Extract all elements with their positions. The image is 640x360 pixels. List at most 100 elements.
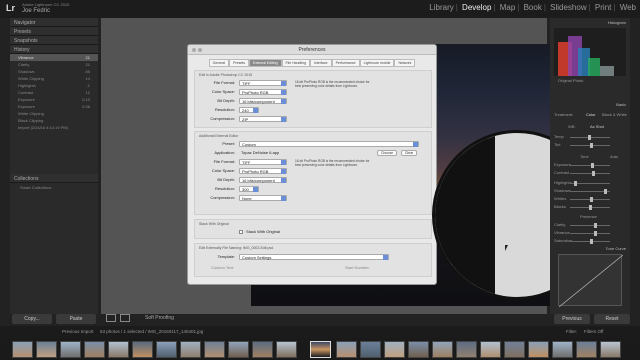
shadows-slider[interactable] <box>570 189 610 194</box>
thumbnail[interactable] <box>60 341 81 358</box>
module-develop[interactable]: Develop <box>460 3 493 12</box>
snapshots-header[interactable]: Snapshots <box>10 36 98 45</box>
bit-depth-select-2[interactable]: 16 bits/component <box>239 177 287 183</box>
history-item[interactable]: Clarity 21 <box>10 61 98 68</box>
thumbnail[interactable] <box>156 341 177 358</box>
auto-button[interactable]: Auto <box>610 154 618 159</box>
previous-button[interactable]: Previous <box>554 314 590 324</box>
thumbnail[interactable] <box>252 341 273 358</box>
thumbnail[interactable] <box>456 341 477 358</box>
presets-header[interactable]: Presets <box>10 27 98 36</box>
resolution-input[interactable]: 240 <box>239 107 259 113</box>
thumbnail[interactable] <box>204 341 225 358</box>
treatment-color[interactable]: Color <box>586 112 596 117</box>
template-select[interactable]: Custom Settings <box>239 254 389 260</box>
smart-collections-item[interactable]: Smart Collections <box>10 183 98 192</box>
basic-header[interactable]: Basic <box>616 102 626 107</box>
module-book[interactable]: Book <box>522 3 544 12</box>
thumbnail[interactable] <box>408 341 429 358</box>
choose-button[interactable]: Choose <box>377 150 397 156</box>
thumbnail[interactable] <box>432 341 453 358</box>
thumbnail[interactable] <box>552 341 573 358</box>
history-item[interactable]: Shadows 85 <box>10 68 98 75</box>
tab-performance[interactable]: Performance <box>331 59 360 67</box>
tab-interface[interactable]: Interface <box>309 59 332 67</box>
saturation-slider[interactable] <box>570 239 610 244</box>
module-print[interactable]: Print <box>593 3 613 12</box>
thumbnail[interactable] <box>228 341 249 358</box>
module-library[interactable]: Library <box>427 3 455 12</box>
thumbnail[interactable] <box>504 341 525 358</box>
clear-button[interactable]: Clear <box>401 150 417 156</box>
tone-curve-graph[interactable] <box>558 254 624 308</box>
temp-slider[interactable] <box>570 135 610 140</box>
history-item[interactable]: Contrast 12 <box>10 89 98 96</box>
color-space-select[interactable]: ProPhoto RGB <box>239 89 287 95</box>
thumbnail[interactable] <box>36 341 57 358</box>
paste-button[interactable]: Paste <box>56 314 96 324</box>
module-web[interactable]: Web <box>618 3 638 12</box>
thumbnail[interactable] <box>360 341 381 358</box>
whites-slider[interactable] <box>570 197 610 202</box>
exposure-slider[interactable] <box>570 163 610 168</box>
before-after-icon[interactable] <box>120 314 130 322</box>
history-item[interactable]: Exposure 0.10 <box>10 96 98 103</box>
previous-import-label[interactable]: Previous Import <box>62 329 94 334</box>
close-icon[interactable] <box>192 48 196 52</box>
thumbnail[interactable] <box>600 341 621 358</box>
thumbnail[interactable] <box>84 341 105 358</box>
thumbnail-selected[interactable] <box>310 341 331 358</box>
resolution-input-2[interactable]: 300 <box>239 186 259 192</box>
minimize-icon[interactable] <box>198 48 202 52</box>
thumbnail[interactable] <box>336 341 357 358</box>
tint-slider[interactable] <box>570 143 610 148</box>
tab-presets[interactable]: Presets <box>229 59 249 67</box>
navigator-header[interactable]: Navigator <box>10 18 98 27</box>
module-map[interactable]: Map <box>498 3 518 12</box>
histogram-header[interactable]: Histogram <box>608 20 626 25</box>
history-header[interactable]: History <box>10 45 98 54</box>
tab-external-editing[interactable]: External Editing <box>249 59 282 67</box>
thumbnail[interactable] <box>276 341 297 358</box>
thumbnail[interactable] <box>576 341 597 358</box>
compression-select[interactable]: ZIP <box>239 116 287 122</box>
history-item[interactable]: Vibrance 21 <box>10 54 98 61</box>
tab-file-handling[interactable]: File Handling <box>281 59 310 67</box>
tone-curve-header[interactable]: Tone Curve <box>606 246 626 251</box>
history-item[interactable]: Highlights -1 <box>10 82 98 89</box>
history-item[interactable]: Exposure 0.36 <box>10 103 98 110</box>
wb-select[interactable]: As Shot <box>590 124 604 129</box>
treatment-bw[interactable]: Black & White <box>602 112 627 117</box>
clarity-slider[interactable] <box>570 223 610 228</box>
file-format-select[interactable]: TIFF <box>239 80 287 86</box>
thumbnail[interactable] <box>132 341 153 358</box>
contrast-slider[interactable] <box>570 171 610 176</box>
history-item[interactable]: Black Clipping <box>10 117 98 124</box>
history-item[interactable]: White Clipping 14 <box>10 75 98 82</box>
vibrance-slider[interactable] <box>570 231 610 236</box>
stack-checkbox[interactable] <box>239 230 243 234</box>
tab-general[interactable]: General <box>208 59 230 67</box>
compression-select-2[interactable]: None <box>239 195 287 201</box>
thumbnail[interactable] <box>108 341 129 358</box>
thumbnail[interactable] <box>384 341 405 358</box>
history-item[interactable]: White Clipping <box>10 110 98 117</box>
copy-button[interactable]: Copy... <box>12 314 52 324</box>
tab-lightroom-mobile[interactable]: Lightroom mobile <box>359 59 395 67</box>
module-slideshow[interactable]: Slideshow <box>548 3 588 12</box>
color-space-select-2[interactable]: ProPhoto RGB <box>239 168 287 174</box>
file-format-select-2[interactable]: TIFF <box>239 159 287 165</box>
thumbnail[interactable] <box>480 341 501 358</box>
history-item[interactable]: Import (2/24/16 4:14:19 PM) <box>10 124 98 131</box>
loupe-view-icon[interactable] <box>106 314 116 322</box>
reset-button[interactable]: Reset <box>594 314 630 324</box>
thumbnail[interactable] <box>12 341 33 358</box>
soft-proofing-toggle[interactable]: Soft Proofing <box>145 315 174 321</box>
tab-network[interactable]: Network <box>394 59 416 67</box>
bit-depth-select[interactable]: 16 bits/component <box>239 98 287 104</box>
thumbnail[interactable] <box>180 341 201 358</box>
blacks-slider[interactable] <box>570 205 610 210</box>
highlights-slider[interactable] <box>570 181 610 186</box>
preset-select[interactable]: Custom <box>239 141 419 147</box>
thumbnail[interactable] <box>528 341 549 358</box>
